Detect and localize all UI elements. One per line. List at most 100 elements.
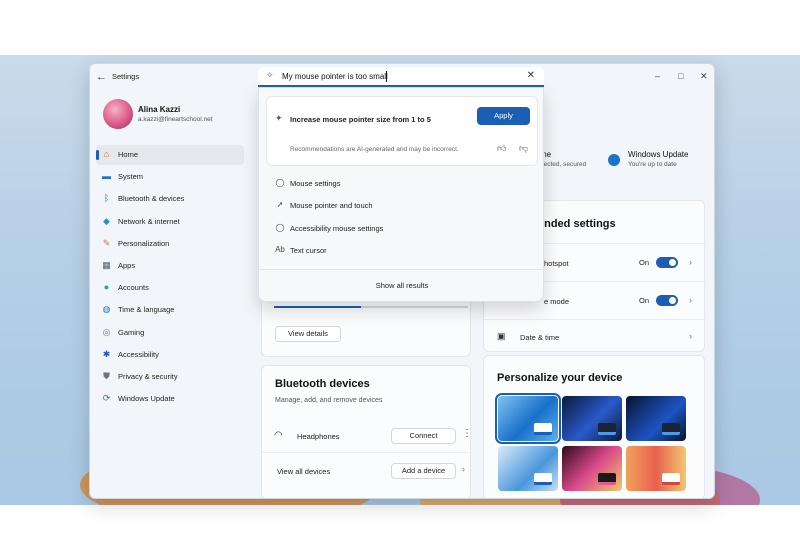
sidebar-item-label: Time & language: [118, 305, 175, 315]
gamepad-icon: ◎: [102, 326, 111, 337]
accessibility-icon: ✱: [102, 348, 111, 359]
minimize-button[interactable]: –: [655, 71, 660, 81]
more-options-icon[interactable]: ⋮: [462, 428, 472, 439]
sidebar-item-privacy-security[interactable]: ⛊ Privacy & security: [96, 367, 244, 387]
ai-suggestion-text: Increase mouse pointer size from 1 to 5: [290, 115, 431, 124]
theme-thumbnail[interactable]: [498, 446, 558, 491]
toggle-knob: [669, 259, 676, 266]
apply-button[interactable]: Apply: [477, 107, 530, 125]
brush-icon: ✎: [102, 237, 111, 248]
search-result-label: Text cursor: [290, 245, 327, 255]
search-result-label: Mouse settings: [290, 179, 341, 188]
sidebar-item-label: Gaming: [118, 327, 145, 337]
hotspot-label: hotspot: [544, 259, 569, 268]
sidebar-item-home[interactable]: ⌂ Home: [96, 145, 244, 165]
user-name: Alina Kazzi: [138, 105, 181, 114]
sidebar-item-label: Privacy & security: [118, 372, 178, 381]
theme-preview: [662, 423, 680, 435]
sidebar-item-accounts[interactable]: ● Accounts: [96, 278, 244, 298]
sidebar-item-label: Network & internet: [118, 216, 180, 226]
update-icon: ⟳: [102, 393, 111, 404]
show-all-results-link[interactable]: Show all results: [259, 281, 545, 290]
update-icon: [608, 154, 620, 166]
theme-thumbnail[interactable]: [495, 393, 561, 444]
sidebar-item-label: Windows Update: [118, 394, 175, 404]
hotspot-state: On: [639, 258, 650, 267]
theme-thumbnail[interactable]: [562, 396, 622, 441]
sidebar-item-gaming[interactable]: ◎ Gaming: [96, 323, 244, 343]
sidebar-item-label: Accounts: [118, 283, 149, 293]
search-result-label: Accessibility mouse settings: [290, 223, 384, 233]
view-details-button[interactable]: View details: [275, 326, 341, 342]
divider: [262, 452, 472, 453]
sidebar-item-label: Bluetooth & devices: [118, 194, 185, 204]
chevron-right-icon[interactable]: ›: [689, 331, 692, 341]
chevron-right-icon[interactable]: ›: [462, 464, 465, 474]
theme-preview: [534, 423, 552, 435]
recommended-title: ended settings: [538, 218, 616, 230]
search-result-item[interactable]: ◯ Accessibility mouse settings: [266, 219, 538, 239]
sidebar-item-system[interactable]: ▬ System: [96, 167, 244, 187]
theme-preview: [534, 473, 552, 485]
theme-preview: [598, 423, 616, 435]
avatar[interactable]: [103, 99, 133, 129]
network-status-sub: nected, secured: [540, 161, 587, 168]
sidebar-item-time-language[interactable]: ◍ Time & language: [96, 300, 244, 320]
sidebar-item-apps[interactable]: ▦ Apps: [96, 256, 244, 276]
shield-icon: ⛊: [103, 371, 110, 381]
sidebar-item-windows-update[interactable]: ⟳ Windows Update: [96, 389, 244, 409]
thumbs-up-icon[interactable]: 👍︎: [497, 143, 506, 154]
update-status-title[interactable]: Windows Update: [628, 150, 688, 159]
clear-search-icon[interactable]: ✕: [527, 70, 535, 81]
globe-icon: ◍: [102, 304, 111, 315]
search-result-label: Mouse pointer and touch: [290, 201, 373, 211]
chevron-right-icon[interactable]: ›: [689, 257, 692, 267]
chevron-right-icon[interactable]: ›: [689, 295, 692, 305]
back-arrow-icon[interactable]: ←: [96, 71, 107, 83]
mouse-icon: ◯: [275, 222, 285, 232]
sidebar-item-label: Home: [118, 150, 139, 159]
add-device-button[interactable]: Add a device: [391, 463, 456, 479]
ai-disclaimer: Recommendations are AI-generated and may…: [290, 146, 459, 153]
maximize-button[interactable]: □: [678, 71, 683, 81]
storage-progress-track: [274, 306, 468, 308]
search-result-item[interactable]: Ab Text cursor: [266, 241, 538, 261]
personalize-card: Personalize your device: [483, 355, 705, 498]
search-result-item[interactable]: ➚ Mouse pointer and touch: [266, 196, 538, 216]
close-button[interactable]: ✕: [700, 71, 708, 82]
theme-thumbnail[interactable]: [626, 396, 686, 441]
sidebar-item-accessibility[interactable]: ✱ Accessibility: [96, 345, 244, 365]
toggle-knob: [669, 297, 676, 304]
sparkle-icon: ✦: [275, 113, 283, 123]
divider: [259, 269, 545, 270]
divider: [484, 319, 706, 320]
sidebar-item-personalization[interactable]: ✎ Personalization: [96, 234, 244, 254]
pointer-icon: ➚: [276, 200, 284, 210]
theme-preview: [598, 473, 616, 485]
theme-preview: [662, 473, 680, 485]
sidebar-item-network-internet[interactable]: ◆ Network & internet: [96, 212, 244, 232]
sidebar-item-label: Accessibility: [118, 349, 159, 359]
user-email: a.kazzi@fineartschool.net: [138, 116, 213, 123]
bluetooth-subtitle: Manage, add, and remove devices: [275, 397, 383, 404]
theme-thumbnail[interactable]: [562, 446, 622, 491]
connect-button[interactable]: Connect: [391, 428, 456, 444]
hotspot-toggle[interactable]: [656, 257, 678, 268]
thumbs-down-icon[interactable]: 👎︎: [519, 143, 528, 154]
search-bar[interactable]: ✧ My mouse pointer is too small ✕: [258, 67, 544, 87]
theme-thumbnail[interactable]: [626, 446, 686, 491]
date-time-label[interactable]: Date & time: [520, 333, 559, 342]
mode-label: e mode: [544, 297, 570, 306]
calendar-icon: ▣: [497, 331, 506, 341]
apps-icon: ▦: [102, 260, 111, 270]
mode-toggle[interactable]: [656, 295, 678, 306]
search-result-item[interactable]: ◯ Mouse settings: [266, 174, 538, 194]
device-name: Headphones: [297, 432, 340, 441]
mode-state: On: [639, 296, 650, 305]
sidebar-item-bluetooth-devices[interactable]: ᛒ Bluetooth & devices: [96, 189, 244, 209]
text-cursor-icon: Ab: [275, 244, 285, 254]
bluetooth-icon: ᛒ: [103, 193, 110, 204]
search-input[interactable]: My mouse pointer is too small: [282, 72, 388, 81]
home-icon: ⌂: [103, 149, 110, 159]
view-all-devices-link[interactable]: View all devices: [277, 467, 330, 476]
